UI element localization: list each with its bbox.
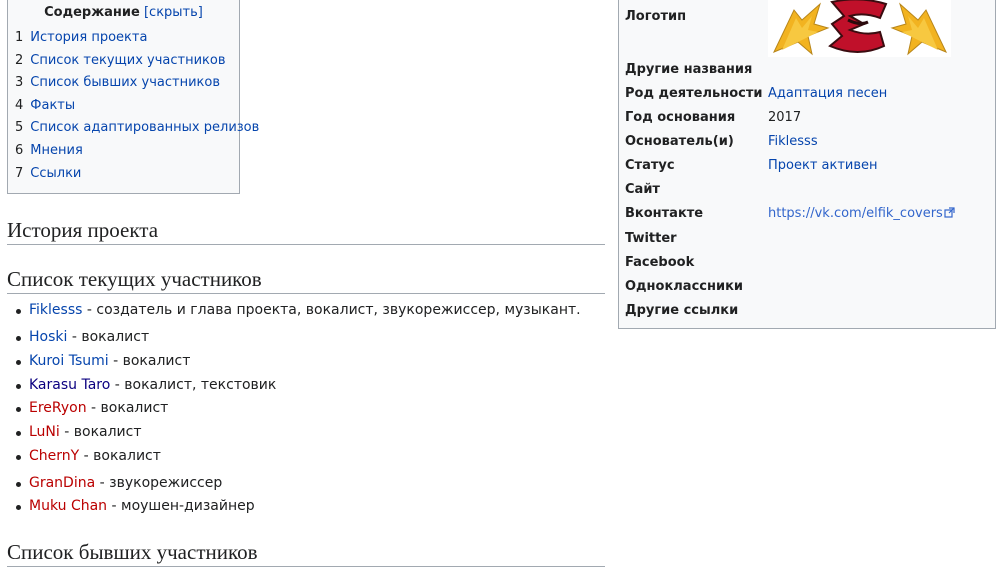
toc-item-link[interactable]: Список бывших участников bbox=[30, 75, 220, 90]
member-item: ChernY - вокалист bbox=[16, 446, 161, 466]
infobox-label: Основатель(и) bbox=[625, 134, 734, 149]
infobox-label: Twitter bbox=[625, 231, 677, 246]
status-link[interactable]: Проект активен bbox=[768, 158, 878, 173]
member-role: - вокалист bbox=[67, 329, 150, 345]
toc-item-number: 1 bbox=[15, 30, 24, 45]
toc-item-number: 3 bbox=[15, 75, 24, 91]
infobox-row-vk: Вконтакте https://vk.com/elfik_covers bbox=[619, 204, 995, 228]
vk-link-wrap: https://vk.com/elfik_covers bbox=[768, 206, 955, 221]
infobox-label: Род деятельности bbox=[625, 86, 763, 101]
member-role: - вокалист bbox=[59, 424, 142, 440]
infobox-value: 2017 bbox=[768, 110, 802, 125]
member-link[interactable]: Fiklesss bbox=[29, 302, 82, 318]
toc-item-link[interactable]: Список адаптированных релизов bbox=[30, 120, 259, 135]
toc-item-number: 4 bbox=[15, 97, 24, 113]
external-link-icon bbox=[944, 207, 955, 218]
infobox-row-facebook: Facebook bbox=[619, 253, 995, 277]
toc-item[interactable]: 5 Список адаптированных релизов bbox=[15, 117, 259, 140]
infobox-label: Статус bbox=[625, 158, 675, 173]
toc-item[interactable]: 1 История проекта bbox=[15, 27, 239, 50]
member-role: - вокалист, текстовик bbox=[110, 377, 277, 393]
member-item: Karasu Taro - вокалист, текстовик bbox=[15, 375, 277, 395]
infobox-label: Другие ссылки bbox=[625, 303, 739, 318]
heading-project-history: История проекта bbox=[7, 216, 605, 245]
member-item: Fiklesss - создатель и глава проекта, во… bbox=[16, 300, 581, 320]
member-role: - создатель и глава проекта, вокалист, з… bbox=[82, 302, 581, 318]
toc-item[interactable]: 4 Факты bbox=[15, 95, 239, 118]
vk-link[interactable]: https://vk.com/elfik_covers bbox=[768, 206, 943, 221]
heading-current-members: Список текущих участников bbox=[7, 265, 605, 294]
toc-item-link[interactable]: Факты bbox=[30, 98, 75, 113]
member-role: - моушен-дизайнер bbox=[107, 498, 255, 514]
member-role: - вокалист bbox=[86, 400, 169, 416]
infobox-label: Логотип bbox=[625, 9, 687, 24]
toc-list: 1 История проекта 2 Список текущих участни… bbox=[8, 27, 259, 186]
member-link[interactable]: GranDina bbox=[29, 475, 95, 491]
toc-item-number: 6 bbox=[15, 142, 24, 158]
member-role: - вокалист bbox=[79, 448, 161, 464]
toc-hide-link[interactable]: [скрыть] bbox=[144, 5, 203, 20]
infobox-row-activity: Род деятельности Адаптация песен bbox=[619, 84, 995, 108]
toc-item[interactable]: 3 Список бывших участников bbox=[15, 72, 239, 95]
infobox-row-other-links: Другие ссылки bbox=[619, 301, 995, 325]
logo-image bbox=[772, 0, 948, 56]
toc-item[interactable]: 7 Ссылки bbox=[15, 163, 239, 186]
toc-item-link[interactable]: Ссылки bbox=[30, 166, 81, 181]
infobox-row-status: Статус Проект активен bbox=[619, 156, 995, 180]
infobox-label: Одноклассники bbox=[625, 279, 744, 294]
member-item: Hoski - вокалист bbox=[15, 327, 150, 347]
member-role: - вокалист bbox=[108, 353, 191, 369]
activity-link[interactable]: Адаптация песен bbox=[768, 86, 887, 101]
member-item: Kuroi Tsumi - вокалист bbox=[15, 351, 191, 371]
member-link[interactable]: Karasu Taro bbox=[29, 377, 110, 393]
infobox: Логотип Другие названия Род деятельности… bbox=[618, 0, 996, 329]
infobox-label: Вконтакте bbox=[625, 206, 704, 221]
toc-item-number: 5 bbox=[15, 120, 24, 136]
infobox-row-founder: Основатель(и) Fiklesss bbox=[619, 132, 995, 156]
member-link[interactable]: Kuroi Tsumi bbox=[29, 353, 109, 369]
member-link[interactable]: EreRyon bbox=[29, 400, 87, 416]
member-item: GranDina - звукорежиссер bbox=[15, 473, 223, 493]
infobox-row-odnoklassniki: Одноклассники bbox=[619, 277, 995, 301]
infobox-label: Год основания bbox=[625, 110, 736, 125]
member-link[interactable]: LuNi bbox=[29, 424, 60, 440]
member-role: - звукорежиссер bbox=[95, 475, 223, 491]
member-link[interactable]: Hoski bbox=[29, 329, 67, 345]
infobox-label: Facebook bbox=[625, 255, 695, 270]
infobox-row-founded: Год основания 2017 bbox=[619, 108, 995, 132]
toc-item-link[interactable]: Список текущих участников bbox=[30, 53, 225, 68]
member-item: LuNi - вокалист bbox=[16, 422, 142, 442]
infobox-label: Другие названия bbox=[625, 62, 753, 77]
toc-header: Содержание [скрыть] bbox=[8, 5, 239, 20]
project-logo[interactable] bbox=[768, 0, 951, 57]
infobox-label: Сайт bbox=[625, 182, 660, 197]
member-item: Muku Chan - моушен-дизайнер bbox=[16, 496, 255, 516]
table-of-contents: Содержание [скрыть] 1 История проекта 2 Сп… bbox=[7, 0, 259, 194]
toc-item-number: 2 bbox=[15, 52, 24, 68]
toc-item[interactable]: 2 Список текущих участников bbox=[15, 50, 239, 73]
toc-item-link[interactable]: История проекта bbox=[30, 30, 147, 45]
founder-link[interactable]: Fiklesss bbox=[768, 134, 818, 149]
toc-item[interactable]: 6 Мнения bbox=[15, 140, 239, 163]
infobox-row-site: Сайт bbox=[619, 180, 995, 204]
member-link[interactable]: Muku Chan bbox=[29, 498, 107, 514]
member-link[interactable]: ChernY bbox=[29, 448, 79, 464]
infobox-row-other-names: Другие названия bbox=[619, 60, 995, 84]
heading-former-members: Список бывших участников bbox=[7, 538, 605, 567]
toc-item-link[interactable]: Мнения bbox=[30, 143, 82, 158]
member-item: EreRyon - вокалист bbox=[15, 398, 169, 418]
toc-title: Содержание bbox=[44, 5, 140, 20]
toc-item-number: 7 bbox=[15, 165, 24, 181]
infobox-row-twitter: Twitter bbox=[619, 229, 995, 253]
infobox-row-logo: Логотип bbox=[619, 0, 995, 60]
